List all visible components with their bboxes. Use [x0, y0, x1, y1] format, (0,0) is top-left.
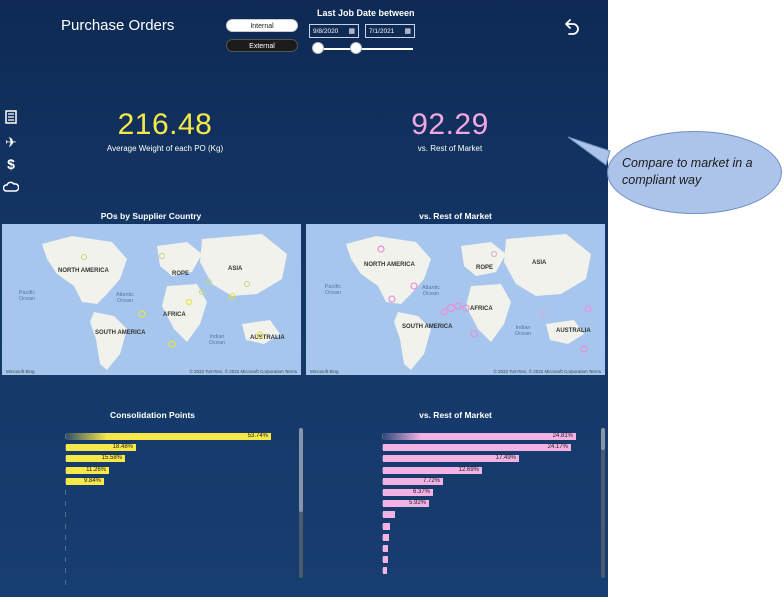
date-filter-label: Last Job Date between — [317, 8, 415, 18]
right-chart-data-label: 24.81% — [552, 433, 573, 439]
right-chart-bar[interactable] — [383, 556, 388, 564]
internal-toggle-button[interactable]: Internal — [226, 19, 298, 32]
document-icon[interactable] — [3, 110, 19, 127]
date-range-slider-track[interactable] — [318, 48, 413, 50]
kpi-average-weight-value: 216.48 — [117, 108, 213, 141]
airplane-icon[interactable]: ✈ — [3, 134, 19, 151]
undo-arrow-icon[interactable] — [562, 18, 580, 41]
right-chart-bar[interactable] — [383, 545, 388, 552]
kpi-average-weight-label: Average Weight of each PO (Kg) — [106, 144, 224, 153]
left-chart-data-label: 11.26% — [86, 466, 106, 473]
left-map[interactable]: NORTH AMERICA ROPE ASIA AFRICA SOUTH AME… — [2, 224, 301, 375]
callout-text: Compare to market in a compliant way — [622, 156, 753, 187]
callout-pointer — [568, 136, 611, 166]
kpi-rest-of-market: 92.29 vs. Rest of Market — [375, 108, 525, 153]
left-chart-axis-tick — [65, 579, 66, 585]
left-map-title: POs by Supplier Country — [100, 211, 202, 221]
right-chart-data-label: 6.37% — [412, 489, 430, 495]
kpi-rest-of-market-label: vs. Rest of Market — [417, 144, 483, 153]
left-chart-axis-tick — [65, 501, 66, 507]
map-copyright: © 2022 TomTom, © 2022 Microsoft Corporat… — [189, 369, 297, 374]
cloud-icon[interactable] — [2, 180, 20, 196]
left-chart-data-label: 15.58% — [101, 455, 122, 462]
left-chart-scrollbar-thumb[interactable] — [299, 428, 303, 512]
right-chart-bar[interactable] — [383, 511, 395, 519]
right-map[interactable]: NORTH AMERICA ROPE ASIA AFRICA SOUTH AME… — [306, 224, 605, 375]
right-chart-bar[interactable] — [383, 522, 390, 530]
calendar-icon[interactable]: ▦ — [348, 25, 355, 39]
left-chart-axis-tick — [65, 490, 66, 495]
left-chart-data-label: 53.74% — [247, 433, 268, 439]
left-chart-axis-tick — [65, 546, 66, 551]
kpi-average-weight: 216.48 Average Weight of each PO (Kg) — [90, 108, 240, 153]
right-chart-data-label: 5.92% — [408, 500, 426, 507]
right-chart-title: vs. Rest of Market — [419, 410, 492, 420]
right-chart-data-label: 12.69% — [458, 466, 479, 473]
left-chart-axis-tick — [65, 512, 66, 518]
dollar-icon[interactable]: $ — [3, 156, 19, 172]
left-chart-axis-tick — [65, 568, 66, 574]
left-chart-axis-tick — [65, 557, 66, 563]
right-chart-scrollbar-track[interactable] — [601, 428, 605, 578]
right-map-markers — [377, 245, 592, 353]
dashboard-canvas: Purchase Orders Internal External Last J… — [0, 0, 608, 597]
right-chart-data-label: 24.17% — [547, 444, 568, 451]
bing-logo: Microsoft Bing — [310, 369, 339, 374]
end-date-input[interactable]: 7/1/2021 ▦ — [365, 24, 415, 38]
bing-logo: Microsoft Bing — [6, 369, 35, 374]
start-date-input[interactable]: 9/8/2020 ▦ — [309, 24, 359, 38]
right-chart-bar[interactable] — [383, 567, 387, 575]
page-title: Purchase Orders — [61, 17, 175, 34]
left-chart-axis-tick — [65, 534, 66, 540]
right-chart-data-label: 17.49% — [495, 455, 516, 462]
start-date-value: 9/8/2020 — [313, 28, 339, 35]
left-chart-data-label: 18.48% — [112, 444, 133, 451]
kpi-rest-of-market-value: 92.29 — [411, 108, 489, 141]
date-range-end-thumb[interactable] — [350, 42, 362, 54]
left-chart-axis-tick — [65, 523, 66, 529]
left-chart-title: Consolidation Points — [110, 410, 195, 420]
right-chart-bar[interactable] — [383, 533, 389, 541]
calendar-icon[interactable]: ▦ — [404, 25, 411, 39]
right-map-title: vs. Rest of Market — [419, 211, 492, 221]
date-range-start-thumb[interactable] — [312, 42, 324, 54]
external-toggle-button[interactable]: External — [226, 39, 298, 52]
map-copyright: © 2022 TomTom, © 2022 Microsoft Corporat… — [493, 369, 601, 374]
left-map-markers — [81, 253, 264, 348]
right-chart-scrollbar-thumb[interactable] — [601, 428, 605, 450]
end-date-value: 7/1/2021 — [369, 28, 395, 35]
left-chart-data-label: 9.84% — [83, 477, 101, 484]
right-chart-data-label: 7.72% — [422, 477, 440, 484]
